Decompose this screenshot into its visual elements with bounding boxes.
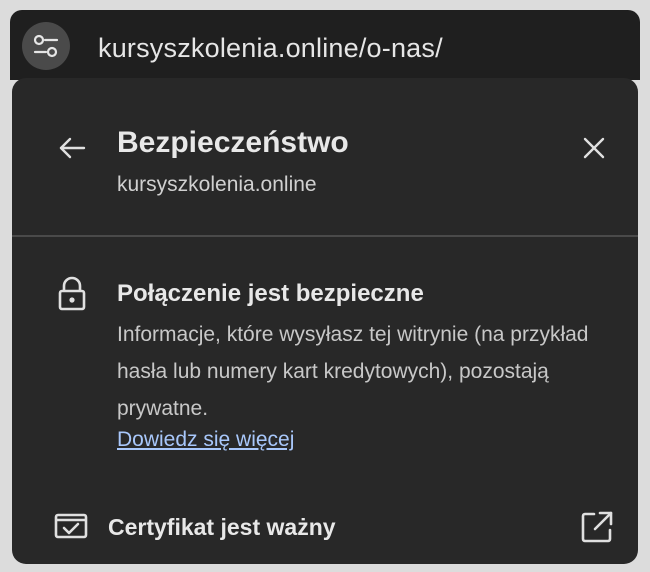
panel-header: Bezpieczeństwo kursyszkolenia.online <box>12 78 638 236</box>
connection-description: Informacje, które wysyłasz tej witrynie … <box>117 323 589 420</box>
url-domain: kursyszkolenia.online <box>98 33 359 63</box>
tune-icon <box>32 34 60 58</box>
page-title: Bezpieczeństwo <box>117 126 349 159</box>
url-text[interactable]: kursyszkolenia.online/o-nas/ <box>98 33 443 64</box>
certificate-icon <box>54 512 88 540</box>
lock-icon <box>56 276 88 312</box>
close-icon <box>583 137 605 159</box>
arrow-left-icon <box>58 136 86 160</box>
connection-status-title: Połączenie jest bezpieczne <box>117 280 424 307</box>
divider <box>12 235 638 237</box>
connection-section: Połączenie jest bezpieczne Informacje, k… <box>12 258 638 488</box>
certificate-row[interactable]: Certyfikat jest ważny <box>12 496 638 558</box>
close-button[interactable] <box>574 128 614 168</box>
learn-more-link[interactable]: Dowiedz się więcej <box>117 428 294 452</box>
site-info-button[interactable] <box>22 22 70 70</box>
open-in-new-icon[interactable] <box>580 510 614 544</box>
site-domain: kursyszkolenia.online <box>117 173 317 196</box>
address-bar: kursyszkolenia.online/o-nas/ <box>10 10 640 80</box>
url-path: /o-nas/ <box>358 33 443 63</box>
browser-frame: kursyszkolenia.online/o-nas/ Bezpieczeńs… <box>0 0 650 572</box>
certificate-label: Certyfikat jest ważny <box>108 514 336 540</box>
back-button[interactable] <box>52 128 92 168</box>
security-panel: Bezpieczeństwo kursyszkolenia.online Poł… <box>12 78 638 564</box>
